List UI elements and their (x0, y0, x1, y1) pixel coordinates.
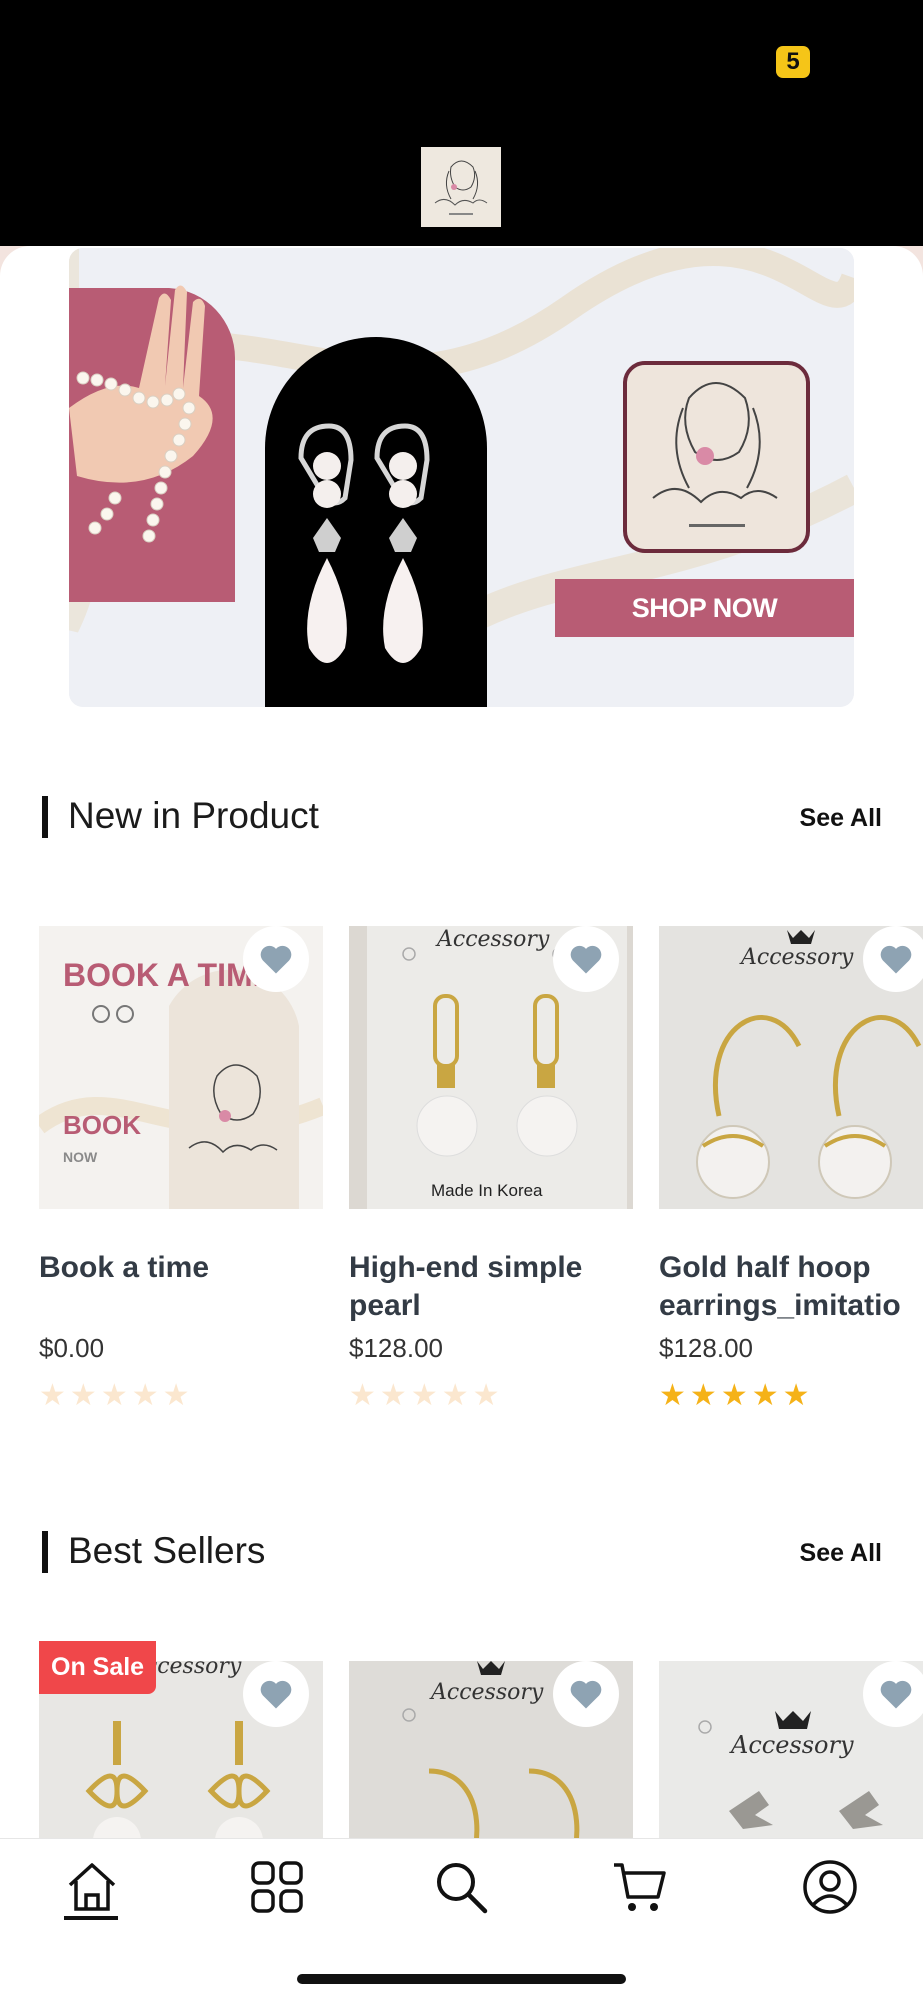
star-icon: ★ (131, 1379, 159, 1412)
best-sellers-header: Best Sellers See All (42, 1527, 882, 1575)
home-icon (68, 1863, 116, 1911)
tab-search[interactable] (431, 1857, 491, 1917)
favorite-button[interactable] (553, 1661, 619, 1727)
star-icon: ★ (379, 1379, 407, 1412)
rating-stars: ★ ★ ★ ★ ★ (39, 1381, 323, 1411)
tab-cart[interactable] (610, 1857, 670, 1917)
header: 5 (0, 0, 923, 246)
banner-artwork (69, 248, 854, 707)
star-icon: ★ (441, 1379, 469, 1412)
image-caption: Accessory (729, 1731, 854, 1759)
on-sale-badge: On Sale (39, 1641, 157, 1694)
heart-icon (570, 1680, 602, 1709)
best-sellers-row: On Sale Accessory Accessory Accessory (0, 1641, 923, 1944)
logo-icon (421, 147, 501, 227)
heart-icon (260, 1680, 292, 1709)
star-icon: ★ (69, 1379, 97, 1412)
product-price: $128.00 (659, 1333, 753, 1363)
star-icon: ★ (689, 1379, 717, 1412)
star-icon: ★ (472, 1379, 500, 1412)
svg-text:Accessory: Accessory (435, 927, 550, 952)
product-name-line-1: Gold half hoop (659, 1251, 871, 1284)
cart-icon (614, 1863, 666, 1911)
heart-icon (880, 945, 912, 974)
star-icon: ★ (39, 1379, 66, 1412)
star-icon: ★ (162, 1379, 190, 1412)
new-in-product-row: BOOK A TIME BOOK NOW Book a time $0.00 ★… (0, 926, 923, 1411)
product-image[interactable]: Accessory Made In Korea (349, 926, 633, 1209)
heart-icon (260, 945, 292, 974)
rating-stars: ★ ★ ★ ★ ★ (349, 1381, 633, 1411)
tab-profile[interactable] (800, 1857, 860, 1917)
heart-icon (880, 1680, 912, 1709)
promo-banner[interactable]: SHOP NOW (69, 248, 854, 707)
section-accent-bar (42, 796, 48, 838)
store-logo[interactable] (421, 147, 501, 227)
home-indicator (297, 1974, 626, 1984)
star-icon: ★ (100, 1379, 128, 1412)
product-card[interactable]: BOOK A TIME BOOK NOW Book a time $0.00 ★… (39, 926, 323, 1411)
shop-now-button[interactable]: SHOP NOW (555, 579, 854, 637)
profile-icon (803, 1860, 857, 1914)
tab-home[interactable] (62, 1857, 122, 1917)
product-image[interactable]: BOOK A TIME BOOK NOW (39, 926, 323, 1209)
see-all-best-sellers-button[interactable]: See All (800, 1537, 882, 1569)
product-name-line-2: earrings_imitatio (659, 1289, 901, 1322)
star-icon: ★ (751, 1379, 779, 1412)
section-accent-bar (42, 1531, 48, 1573)
see-all-new-button[interactable]: See All (800, 802, 882, 834)
new-in-product-header: New in Product See All (42, 792, 882, 840)
rating-stars: ★ ★ ★ ★ ★ (659, 1381, 923, 1411)
star-icon: ★ (659, 1379, 686, 1412)
svg-text:BOOK: BOOK (63, 1110, 141, 1140)
product-name[interactable]: Gold half hoop earrings_imitatio (659, 1249, 923, 1325)
grid-icon (251, 1861, 303, 1913)
product-price: $0.00 (39, 1333, 105, 1363)
app-screen: 5 SHOP NOW New in Product See All BOOK A… (0, 0, 923, 2000)
favorite-button[interactable] (243, 926, 309, 992)
star-icon: ★ (782, 1379, 810, 1412)
favorite-button[interactable] (863, 926, 923, 992)
section-title: Best Sellers (68, 1530, 266, 1571)
product-name[interactable]: Book a time (39, 1249, 323, 1325)
star-icon: ★ (349, 1379, 376, 1412)
product-price: $128.00 (349, 1333, 443, 1363)
heart-icon (570, 945, 602, 974)
product-card[interactable]: Accessory Made In Korea High-end simple (349, 926, 633, 1411)
product-name-line-1: High-end simple (349, 1251, 583, 1284)
product-image[interactable]: Accessory (659, 926, 923, 1209)
section-title: New in Product (68, 795, 319, 836)
image-caption: Accessory (429, 1680, 544, 1705)
svg-text:NOW: NOW (63, 1149, 98, 1165)
tab-categories[interactable] (247, 1857, 307, 1917)
favorite-button[interactable] (243, 1661, 309, 1727)
product-name[interactable]: High-end simple pearl (349, 1249, 633, 1325)
status-badge: 5 (776, 46, 810, 78)
favorite-button[interactable] (553, 926, 619, 992)
search-icon (437, 1863, 488, 1914)
image-caption: Accessory (739, 945, 854, 970)
star-icon: ★ (410, 1379, 438, 1412)
bottom-tab-bar (0, 1838, 923, 2000)
favorite-button[interactable] (863, 1661, 923, 1727)
star-icon: ★ (720, 1379, 748, 1412)
product-card[interactable]: Accessory Gold half hoop earrings_imitat… (659, 926, 923, 1411)
product-name-line-2: pearl (349, 1289, 421, 1322)
active-tab-indicator (64, 1916, 118, 1920)
image-caption: Made In Korea (431, 1181, 543, 1200)
